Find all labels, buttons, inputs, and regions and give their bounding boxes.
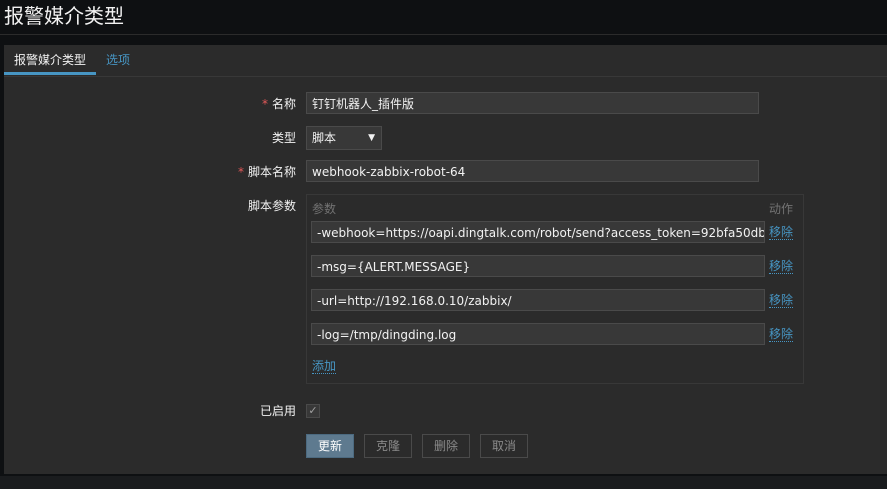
required-asterisk: * — [261, 97, 268, 111]
chevron-down-icon: ▼ — [368, 133, 375, 143]
remove-param-1-link[interactable]: 移除 — [769, 225, 794, 240]
remove-param-3-link[interactable]: 移除 — [769, 293, 794, 308]
cancel-button[interactable]: 取消 — [480, 434, 528, 458]
delete-button[interactable]: 删除 — [422, 434, 470, 458]
form-panel: * 名称 钉钉机器人_插件版 类型 脚本 ▼ * 脚本名称 webhook-zabb… — [4, 77, 887, 474]
page-title: 报警媒介类型 — [4, 4, 124, 28]
name-label: * 名称 — [261, 97, 296, 111]
tab-media-type[interactable]: 报警媒介类型 — [4, 45, 97, 75]
type-select[interactable]: 脚本 ▼ — [306, 126, 382, 150]
footer-bar — [0, 476, 887, 489]
type-label: 类型 — [271, 131, 296, 145]
script-name-field[interactable]: webhook-zabbix-robot-64 — [306, 160, 759, 182]
enabled-checkbox[interactable]: ✓ — [306, 404, 320, 418]
param-input-1[interactable]: -webhook=https://oapi.dingtalk.com/robot… — [311, 221, 765, 243]
param-input-3[interactable]: -url=http://192.168.0.10/zabbix/ — [311, 289, 765, 311]
tab-options[interactable]: 选项 — [96, 45, 140, 75]
add-param-link[interactable]: 添加 — [312, 359, 337, 374]
param-input-4[interactable]: -log=/tmp/dingding.log — [311, 323, 765, 345]
clone-button[interactable]: 克隆 — [364, 434, 412, 458]
update-button[interactable]: 更新 — [306, 434, 354, 458]
name-field[interactable]: 钉钉机器人_插件版 — [306, 92, 759, 114]
script-name-label: * 脚本名称 — [237, 165, 296, 179]
title-divider — [0, 34, 887, 35]
script-params-label: 脚本参数 — [247, 199, 296, 213]
type-select-value: 脚本 — [312, 131, 337, 145]
script-params-table: 参数 动作 -webhook=https://oapi.dingtalk.com… — [306, 194, 804, 384]
tab-bar: 报警媒介类型 选项 — [4, 45, 887, 77]
param-input-2[interactable]: -msg={ALERT.MESSAGE} — [311, 255, 765, 277]
remove-param-4-link[interactable]: 移除 — [769, 327, 794, 342]
required-asterisk: * — [237, 165, 244, 179]
action-column-header: 动作 — [769, 202, 794, 216]
param-column-header: 参数 — [312, 202, 337, 216]
enabled-label: 已启用 — [259, 404, 296, 418]
remove-param-2-link[interactable]: 移除 — [769, 259, 794, 274]
